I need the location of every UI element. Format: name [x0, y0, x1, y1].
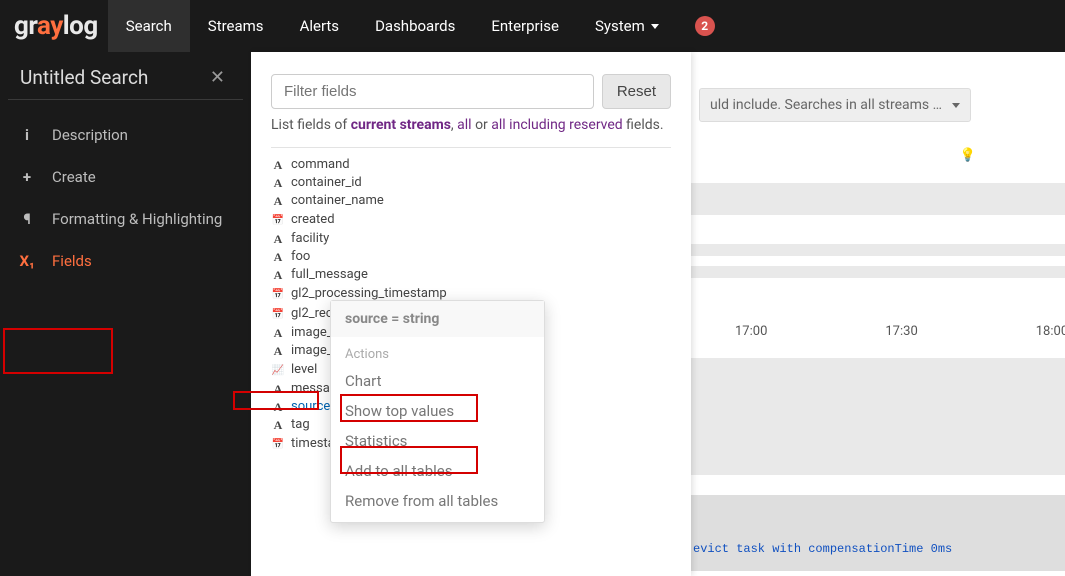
paragraph-icon: ¶	[18, 210, 36, 228]
nav-alerts[interactable]: Alerts	[282, 0, 358, 52]
sidebar-item-create[interactable]: + Create	[0, 156, 251, 198]
nav-tabs: Search Streams Alerts Dashboards Enterpr…	[108, 0, 677, 52]
search-title: Untitled Search	[20, 66, 148, 89]
field-row[interactable]: Acommand	[271, 156, 671, 174]
link-current-streams[interactable]: current streams	[351, 117, 451, 133]
sidebar-item-label: Create	[52, 168, 96, 186]
chart-placeholder	[691, 266, 1065, 278]
close-icon[interactable]: ✕	[210, 67, 225, 88]
nav-system[interactable]: System	[577, 0, 677, 52]
field-row[interactable]: Acontainer_id	[271, 174, 671, 192]
sidebar-items: i Description + Create ¶ Formatting & Hi…	[0, 100, 251, 282]
calendar-icon	[271, 284, 285, 304]
chevron-down-icon	[952, 103, 960, 108]
variable-icon: X₁	[18, 252, 36, 270]
text-type-icon: A	[271, 248, 285, 266]
field-context-menu: source = string Actions Chart Show top v…	[330, 300, 545, 523]
axis-tick: 17:00	[735, 324, 767, 339]
plus-icon: +	[18, 168, 36, 186]
axis-tick: 18:00	[1036, 324, 1065, 339]
sidebar: Untitled Search ✕ i Description + Create…	[0, 52, 251, 576]
text-type-icon: A	[271, 174, 285, 192]
field-name[interactable]: created	[291, 211, 335, 229]
main-content: uld include. Searches in all streams … 💡…	[691, 52, 1065, 576]
link-all-reserved[interactable]: all including reserved	[491, 117, 622, 133]
context-menu-section: Actions	[331, 337, 544, 366]
field-row[interactable]: created	[271, 210, 671, 230]
text-type-icon: A	[271, 324, 285, 342]
ctx-show-top-values[interactable]: Show top values	[331, 396, 544, 426]
text-type-icon: A	[271, 192, 285, 210]
calendar-icon	[271, 434, 285, 454]
log-message: evict task with compensationTime 0ms	[693, 542, 952, 556]
text-type-icon: A	[271, 230, 285, 248]
context-menu-header: source = string	[331, 301, 544, 337]
stream-selector-label: uld include. Searches in all streams …	[710, 97, 942, 113]
ctx-statistics[interactable]: Statistics	[331, 426, 544, 456]
time-axis: 17:00 17:30 18:00	[691, 324, 1065, 339]
logo-text-accent: ay	[37, 11, 63, 41]
field-row[interactable]: Acontainer_name	[271, 192, 671, 210]
chart-icon	[271, 360, 285, 380]
sidebar-item-label: Description	[52, 126, 128, 144]
lightbulb-icon[interactable]: 💡	[960, 148, 976, 163]
logo-text: log	[63, 11, 98, 41]
nav-streams[interactable]: Streams	[190, 0, 282, 52]
brand-logo: graylog	[14, 11, 98, 41]
reset-button[interactable]: Reset	[602, 74, 671, 109]
field-row[interactable]: Afull_message	[271, 266, 671, 284]
text-type-icon: A	[271, 380, 285, 398]
calendar-icon	[271, 304, 285, 324]
highlight-box	[3, 328, 113, 374]
top-nav: graylog Search Streams Alerts Dashboards…	[0, 0, 1065, 52]
text-type-icon: A	[271, 156, 285, 174]
calendar-icon	[271, 210, 285, 230]
nav-enterprise[interactable]: Enterprise	[473, 0, 577, 52]
field-name[interactable]: container_name	[291, 192, 384, 210]
text-type-icon: A	[271, 342, 285, 360]
link-all[interactable]: all	[457, 117, 471, 133]
info-icon: i	[18, 126, 36, 144]
chart-placeholder	[691, 244, 1065, 256]
sidebar-item-label: Formatting & Highlighting	[52, 210, 222, 228]
logo-text: gr	[14, 11, 37, 41]
ctx-remove-from-all-tables[interactable]: Remove from all tables	[331, 486, 544, 516]
nav-search[interactable]: Search	[108, 0, 190, 52]
text-type-icon: A	[271, 398, 285, 416]
sidebar-item-description[interactable]: i Description	[0, 114, 251, 156]
field-name[interactable]: full_message	[291, 266, 368, 284]
results-placeholder	[691, 358, 1065, 475]
sidebar-item-fields[interactable]: X₁ Fields	[0, 240, 251, 282]
sidebar-item-label: Fields	[52, 252, 92, 270]
field-name[interactable]: tag	[291, 416, 310, 434]
chevron-down-icon	[651, 24, 659, 29]
notification-badge[interactable]: 2	[695, 16, 715, 36]
chart-placeholder	[691, 183, 1065, 215]
divider	[271, 147, 671, 148]
field-name[interactable]: foo	[291, 248, 310, 266]
ctx-chart[interactable]: Chart	[331, 366, 544, 396]
results-row	[691, 495, 1065, 571]
nav-dashboards[interactable]: Dashboards	[357, 0, 473, 52]
axis-tick: 17:30	[885, 324, 917, 339]
field-name[interactable]: facility	[291, 230, 329, 248]
field-row[interactable]: Afoo	[271, 248, 671, 266]
field-name[interactable]: container_id	[291, 174, 362, 192]
sidebar-item-formatting[interactable]: ¶ Formatting & Highlighting	[0, 198, 251, 240]
ctx-add-to-all-tables[interactable]: Add to all tables	[331, 456, 544, 486]
field-name[interactable]: source	[291, 398, 330, 416]
fields-caption: List fields of current streams, all or a…	[271, 117, 671, 133]
field-row[interactable]: Afacility	[271, 230, 671, 248]
stream-selector[interactable]: uld include. Searches in all streams …	[699, 88, 971, 122]
filter-fields-input[interactable]	[271, 74, 594, 109]
sidebar-header: Untitled Search ✕	[8, 52, 243, 100]
field-name[interactable]: command	[291, 156, 350, 174]
text-type-icon: A	[271, 266, 285, 284]
text-type-icon: A	[271, 416, 285, 434]
field-name[interactable]: level	[291, 361, 317, 379]
